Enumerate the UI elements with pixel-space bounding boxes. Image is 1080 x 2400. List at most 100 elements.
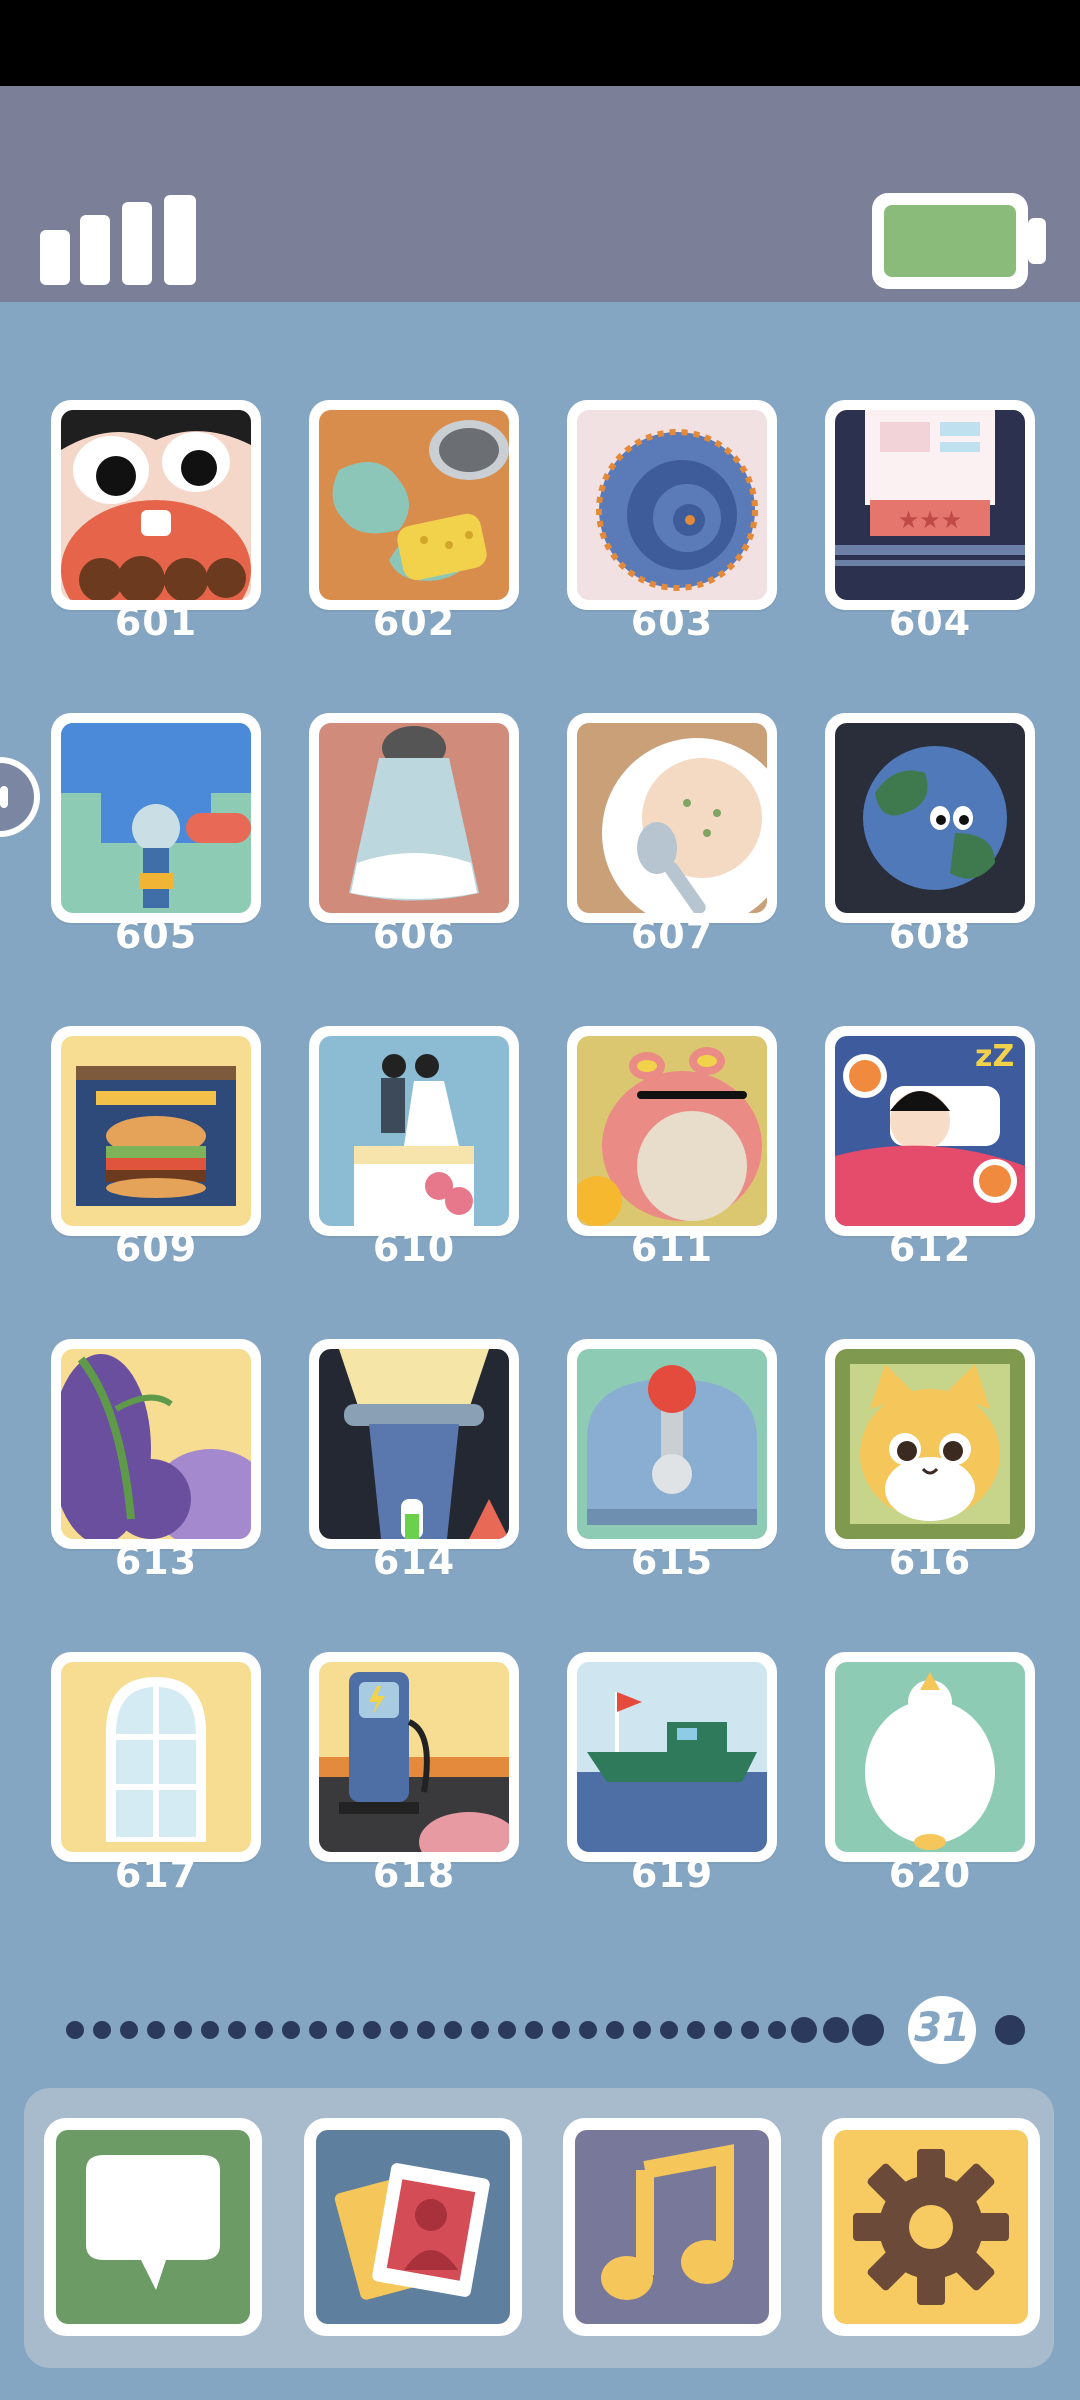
level-number: 618 (372, 1852, 456, 1896)
level-number: 608 (888, 913, 972, 957)
svg-text:★★★: ★★★ (898, 506, 963, 534)
photo-cards-icon (316, 2130, 510, 2324)
dock-app-music[interactable] (563, 2118, 781, 2336)
porridge-bowl-icon (567, 713, 777, 923)
level-tile-619[interactable]: 619 (567, 1652, 777, 1896)
page-dot (660, 2021, 678, 2039)
level-number: 610 (372, 1226, 456, 1270)
level-number: 601 (114, 600, 198, 644)
level-tile-604[interactable]: ★★★ 604 (825, 400, 1035, 644)
dock-app-photos[interactable] (304, 2118, 522, 2336)
page-dot (201, 2021, 219, 2039)
level-tile-620[interactable]: 620 (825, 1652, 1035, 1896)
fishing-boat-icon (567, 1652, 777, 1862)
level-tile-607[interactable]: 607 (567, 713, 777, 957)
level-tile-614[interactable]: 614 (309, 1339, 519, 1583)
wedding-cake-icon (309, 1026, 519, 1236)
spotlight-icon (309, 1339, 519, 1549)
printer-machine-icon: ★★★ (825, 400, 1035, 610)
level-tile-601[interactable]: 601 (51, 400, 261, 644)
level-tile-617[interactable]: 617 (51, 1652, 261, 1896)
level-tile-602[interactable]: 602 (309, 400, 519, 644)
level-number: 611 (630, 1226, 714, 1270)
page-dot (471, 2021, 489, 2039)
page-dot (741, 2021, 759, 2039)
page-dot (606, 2021, 624, 2039)
level-tile-603[interactable]: 603 (567, 400, 777, 644)
level-tile-616[interactable]: 616 (825, 1339, 1035, 1583)
level-tile-611[interactable]: 611 (567, 1026, 777, 1270)
side-drawer-handle[interactable] (0, 752, 46, 842)
gear-icon (834, 2130, 1028, 2324)
status-icons (40, 193, 1046, 289)
level-number: 617 (114, 1852, 198, 1896)
earth-planet-icon (825, 713, 1035, 923)
page-dot (417, 2021, 435, 2039)
level-number: 603 (630, 600, 714, 644)
page-dot (498, 2021, 516, 2039)
page-dot (552, 2021, 570, 2039)
level-number: 612 (888, 1226, 972, 1270)
eggplant-leaf-icon (51, 1339, 261, 1549)
page-dot (255, 2021, 273, 2039)
page-dot (174, 2021, 192, 2039)
level-tile-606[interactable]: 606 (309, 713, 519, 957)
page-dot (633, 2021, 651, 2039)
level-tile-612[interactable]: zZ 612 (825, 1026, 1035, 1270)
level-number: 620 (888, 1852, 972, 1896)
page-dot (823, 2017, 849, 2043)
level-tile-605[interactable]: 605 (51, 713, 261, 957)
level-tile-615[interactable]: 615 (567, 1339, 777, 1583)
page-dot (66, 2021, 84, 2039)
page-dot (444, 2021, 462, 2039)
level-number: 614 (372, 1539, 456, 1583)
dock-app-settings[interactable] (822, 2118, 1040, 2336)
razor-shaving-icon (51, 713, 261, 923)
arched-window-icon (51, 1652, 261, 1862)
page-dot (390, 2021, 408, 2039)
tabby-cat-icon (825, 1339, 1035, 1549)
level-tile-610[interactable]: 610 (309, 1026, 519, 1270)
page-dot (336, 2021, 354, 2039)
page-dot (995, 2015, 1025, 2045)
page-dot (768, 2021, 786, 2039)
page-dot (852, 2014, 884, 2046)
level-number: 616 (888, 1539, 972, 1583)
page-dot (282, 2021, 300, 2039)
level-number: 605 (114, 913, 198, 957)
level-tile-613[interactable]: 613 (51, 1339, 261, 1583)
page-dot (228, 2021, 246, 2039)
pink-frog-icon (567, 1026, 777, 1236)
level-number: 619 (630, 1852, 714, 1896)
level-tile-609[interactable]: 609 (51, 1026, 261, 1270)
page-dot (93, 2021, 111, 2039)
level-number: 613 (114, 1539, 198, 1583)
page-dot (363, 2021, 381, 2039)
page-dot (120, 2021, 138, 2039)
page-dot (687, 2021, 705, 2039)
current-page-number: 31 (914, 2005, 970, 2051)
level-number: 606 (372, 913, 456, 957)
spilled-mug-sponge-icon (309, 400, 519, 610)
level-tile-618[interactable]: 618 (309, 1652, 519, 1896)
page-dot (714, 2021, 732, 2039)
level-tile-608[interactable]: 608 (825, 713, 1035, 957)
speech-bubble-icon (56, 2130, 250, 2324)
dock-app-messages[interactable] (44, 2118, 262, 2336)
page-dot (791, 2017, 817, 2043)
screaming-face-icon (51, 400, 261, 610)
music-note-icon (575, 2130, 769, 2324)
salt-shaker-icon (309, 713, 519, 923)
burger-box-icon (51, 1026, 261, 1236)
white-duck-icon (825, 1652, 1035, 1862)
fuel-pump-icon (309, 1652, 519, 1862)
level-number: 604 (888, 600, 972, 644)
page-dot (579, 2021, 597, 2039)
level-number: 602 (372, 600, 456, 644)
svg-text:zZ: zZ (975, 1039, 1014, 1074)
page-dot (525, 2021, 543, 2039)
page-dot (309, 2021, 327, 2039)
joystick-machine-icon (567, 1339, 777, 1549)
sleeping-alarm-icon: zZ (825, 1026, 1035, 1236)
level-number: 609 (114, 1226, 198, 1270)
